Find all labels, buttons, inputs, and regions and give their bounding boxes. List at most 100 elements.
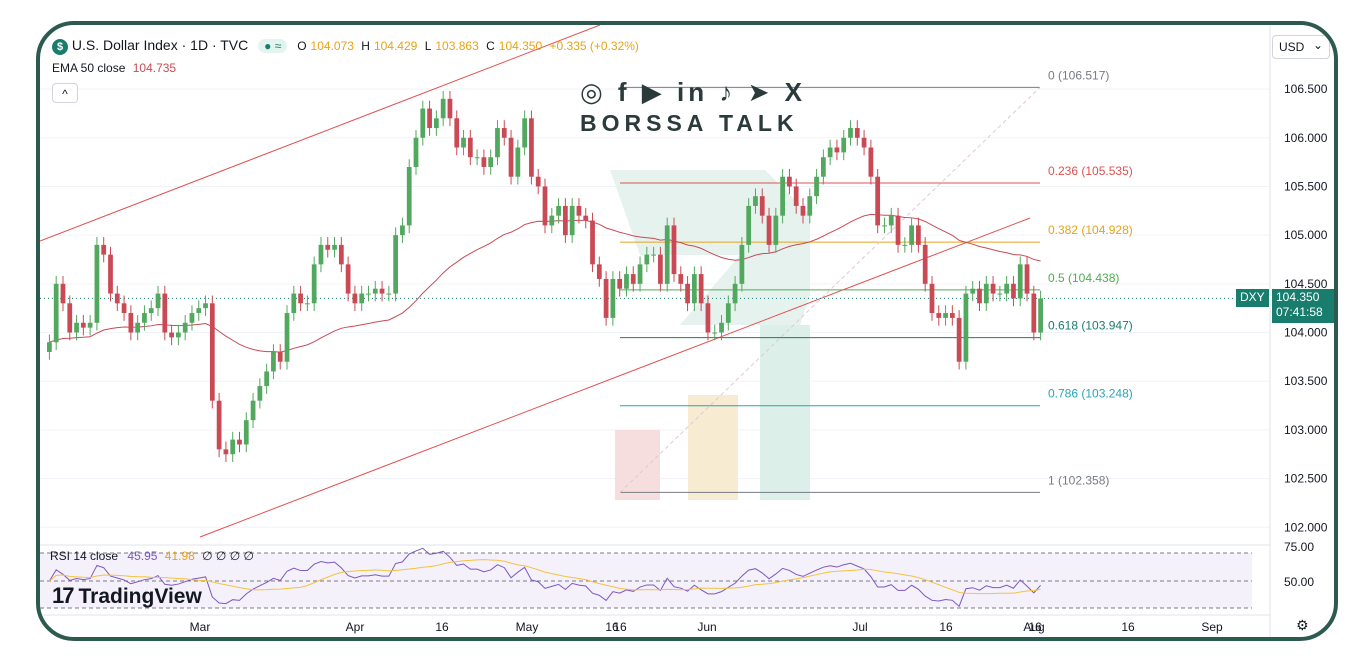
candle-body [338, 244, 344, 265]
candle-body [189, 313, 195, 323]
candle-body [956, 317, 962, 362]
candle-body [916, 225, 921, 245]
collapse-legend-button[interactable]: ^ [52, 83, 78, 103]
candle-body [1011, 283, 1016, 299]
watermark-shape [610, 170, 810, 325]
settings-gear-icon[interactable]: ⚙ [1296, 617, 1309, 634]
candle-body [671, 225, 677, 275]
candle-body [705, 303, 711, 333]
candle-body [814, 176, 819, 197]
candle-body [1004, 283, 1010, 294]
rsi-level-label: 75.00 [1284, 540, 1314, 554]
candle-body [352, 293, 358, 304]
ema-legend[interactable]: EMA 50 close 104.735 [52, 61, 176, 75]
fib-level-label: 1 (102.358) [1048, 473, 1109, 487]
candle-body [746, 205, 752, 245]
candle-body [447, 98, 453, 119]
candle-body [114, 293, 120, 304]
candle-body [617, 278, 623, 289]
candle-body [372, 288, 378, 294]
tradingview-mark: 17 [52, 583, 75, 608]
candle-body [481, 157, 487, 167]
low-value: 103.863 [435, 39, 479, 53]
ema-value: 104.735 [132, 61, 177, 75]
candle-body [848, 128, 853, 138]
candle-body [868, 147, 874, 177]
watermark-logo: ◎ f ▶ in ♪ ➤ X BORSSA TALK [580, 77, 806, 137]
candle-body [637, 264, 643, 284]
candle-body [983, 283, 989, 304]
candle-body [366, 293, 371, 295]
status-pill[interactable]: ● ≈ [258, 39, 288, 53]
candle-body [535, 176, 541, 187]
candle-body [753, 196, 758, 206]
candle-body [651, 254, 657, 256]
candle-body [922, 244, 928, 284]
y-tick-label: 102.000 [1284, 520, 1328, 534]
fib-level-label: 0.786 (103.248) [1048, 387, 1133, 401]
candle-body [291, 293, 297, 314]
watermark-bar [615, 430, 660, 500]
rsi-legend[interactable]: RSI 14 close 45.95 41.98 ∅ ∅ ∅ ∅ [50, 549, 254, 563]
chart-title[interactable]: U.S. Dollar Index · 1D · TVC [72, 37, 248, 53]
candle-body [108, 254, 113, 294]
candle-body [216, 400, 222, 450]
candle-body [596, 264, 602, 279]
candle-body [1038, 298, 1043, 333]
candle-body [393, 235, 399, 294]
candle-body [773, 215, 779, 245]
candle-body [53, 283, 59, 343]
candle-body [176, 332, 181, 338]
candle-body [345, 264, 351, 294]
open-value: 104.073 [310, 39, 354, 53]
candle-body [691, 274, 697, 304]
candle-body [87, 322, 93, 328]
candle-body [780, 176, 785, 216]
candle-body [101, 244, 107, 255]
candle-body [162, 293, 168, 333]
candle-body [325, 244, 331, 250]
candle-body [209, 303, 215, 401]
candle-body [359, 293, 365, 304]
candle-body [997, 293, 1003, 295]
candle-body [949, 313, 955, 318]
candle-body [895, 215, 901, 245]
x-tick-label: 16 [435, 620, 449, 634]
candle-body [400, 225, 405, 236]
chevron-down-icon: ⌄ [1312, 38, 1323, 52]
candle-body [719, 322, 724, 333]
x-tick-label: 16 [939, 620, 953, 634]
rsi-extras: ∅ ∅ ∅ ∅ [202, 549, 254, 563]
candle-body [854, 128, 860, 138]
candle-body [155, 293, 161, 309]
bar-countdown: 07:41:58 [1276, 305, 1323, 319]
rsi-value: 45.95 [127, 549, 158, 563]
y-tick-label: 102.500 [1284, 472, 1328, 486]
candle-body [678, 274, 684, 284]
candle-body [413, 137, 419, 167]
candle-body [250, 400, 256, 421]
candle-body [644, 254, 650, 265]
candle-body [800, 205, 806, 216]
candle-body [875, 176, 881, 226]
last-price: 104.350 [1276, 290, 1320, 304]
tradingview-logo: 17 TradingView [52, 583, 202, 609]
fib-level-label: 0 (106.517) [1048, 68, 1109, 82]
rsi-ma-value: 41.98 [164, 549, 195, 563]
candle-body [284, 313, 290, 362]
tradingview-name: TradingView [78, 585, 202, 608]
candle-body [60, 283, 66, 304]
x-tick-label: Jul [852, 620, 867, 634]
candle-body [298, 293, 303, 304]
x-tick-label: Sep [1201, 620, 1223, 634]
candle-body [590, 220, 595, 265]
candle-body [562, 205, 568, 236]
candle-body [128, 313, 134, 333]
candle-body [888, 215, 894, 226]
candle-body [909, 225, 914, 245]
candle-body [142, 313, 147, 323]
currency-select[interactable]: USD ⌄ [1272, 35, 1330, 59]
channel-upper-line [40, 25, 601, 242]
candle-body [271, 351, 276, 372]
candle-body [583, 215, 589, 221]
